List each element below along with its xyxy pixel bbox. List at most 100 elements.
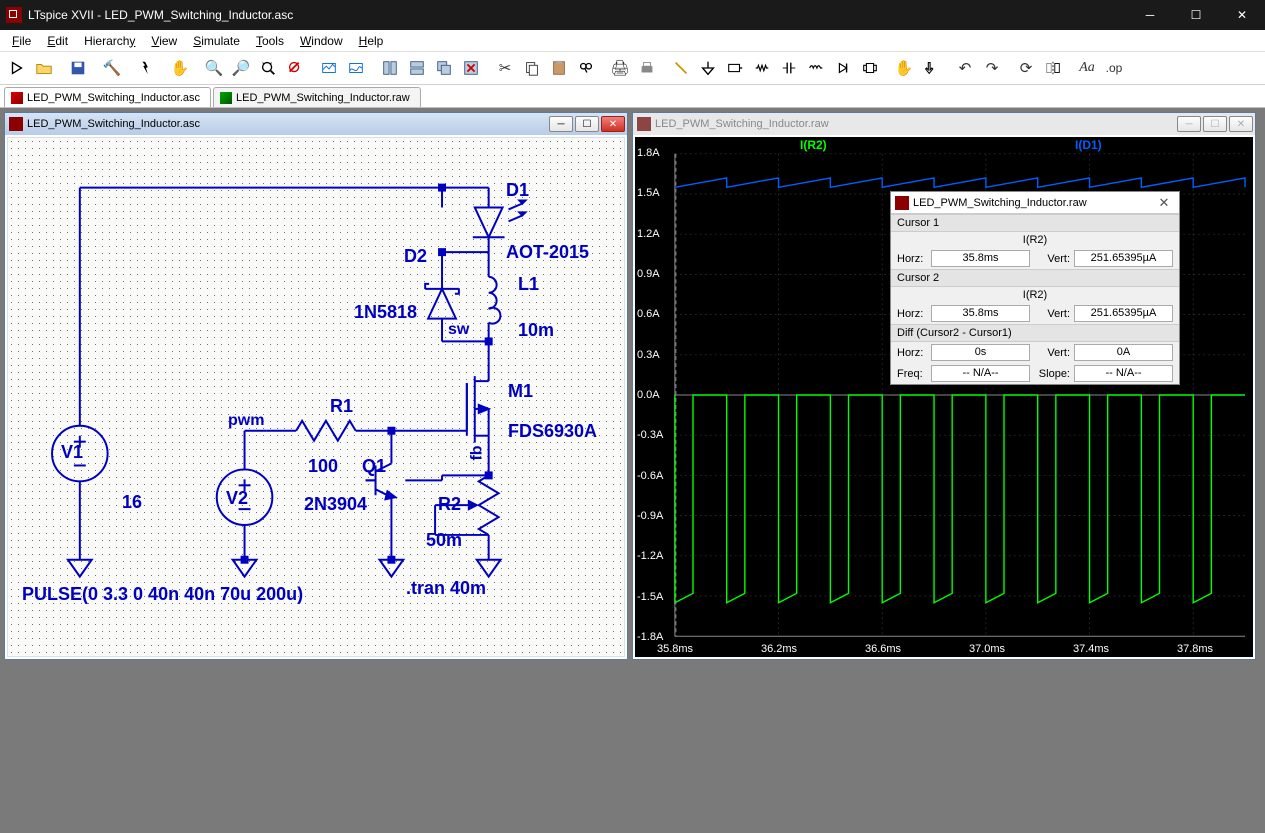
waveform-window-titlebar[interactable]: LED_PWM_Switching_Inductor.raw ─ ☐ ✕ [633,113,1255,135]
cursor2-horz-value[interactable]: 35.8ms [931,305,1030,322]
rotate-button[interactable]: ⟳ [1013,55,1039,81]
waveform-canvas[interactable]: 1.8A1.5A1.2A0.9A0.6A0.3A0.0A-0.3A-0.6A-0… [635,137,1253,657]
net-label-sw[interactable]: sw [448,321,469,339]
schematic-window-titlebar[interactable]: LED_PWM_Switching_Inductor.asc ─ ☐ ✕ [5,113,627,135]
cursor1-horz-label: Horz: [897,253,927,265]
component-value-D1[interactable]: AOT-2015 [506,242,589,263]
tab-schematic[interactable]: LED_PWM_Switching_Inductor.asc [4,87,211,107]
component-label-Q1[interactable]: Q1 [362,456,386,477]
paste-button[interactable] [546,55,572,81]
print-setup-button[interactable] [634,55,660,81]
close-all-button[interactable] [458,55,484,81]
net-label-fb[interactable]: fb [469,445,487,460]
component-value-Q1[interactable]: 2N3904 [304,494,367,515]
zoom-fit-button[interactable] [255,55,281,81]
zoom-undo-button[interactable] [282,55,308,81]
component-value-R2[interactable]: 50m [426,530,462,551]
component-label-V2[interactable]: V2 [226,488,248,509]
menu-edit[interactable]: Edit [39,32,76,50]
x-tick-label: 37.0ms [969,643,1005,655]
redo-button[interactable]: ↷ [979,55,1005,81]
open-button[interactable] [31,55,57,81]
window-minimize-button[interactable]: ─ [1127,0,1173,30]
diff-horz-label: Horz: [897,347,927,359]
print-button[interactable]: 🖨 [607,55,633,81]
window-titlebar: LTspice XVII - LED_PWM_Switching_Inducto… [0,0,1265,30]
menu-tools[interactable]: Tools [248,32,292,50]
menu-simulate[interactable]: Simulate [185,32,248,50]
cursor1-vert-value[interactable]: 251.65395µA [1074,250,1173,267]
cursor-panel[interactable]: LED_PWM_Switching_Inductor.raw ✕ Cursor … [890,191,1180,385]
waveform-close-button[interactable]: ✕ [1229,116,1253,132]
schematic-minimize-button[interactable]: ─ [549,116,573,132]
waveform-maximize-button[interactable]: ☐ [1203,116,1227,132]
new-schematic-button[interactable] [4,55,30,81]
zoom-out-button[interactable]: 🔎 [228,55,254,81]
component-label-R2[interactable]: R2 [438,494,461,515]
diff-slope-value: -- N/A-- [1074,365,1173,382]
find-button[interactable] [573,55,599,81]
menu-hierarchy[interactable]: Hierarchy [76,32,143,50]
net-label-pwm[interactable]: pwm [228,412,264,430]
inductor-button[interactable] [803,55,829,81]
cut-button[interactable]: ✂ [492,55,518,81]
component-label-D2[interactable]: D2 [404,246,427,267]
pan-button[interactable]: ✋ [167,55,193,81]
component-value-D2[interactable]: 1N5818 [354,302,417,323]
component-label-V1[interactable]: V1 [61,442,83,463]
component-value-V2[interactable]: PULSE(0 3.3 0 40n 40n 70u 200u) [22,584,303,605]
tile-vert-button[interactable] [377,55,403,81]
component-label-R1[interactable]: R1 [330,396,353,417]
menu-view[interactable]: View [143,32,185,50]
component-value-M1[interactable]: FDS6930A [508,421,597,442]
run-button[interactable] [133,55,159,81]
save-button[interactable] [65,55,91,81]
component-label-D1[interactable]: D1 [506,180,529,201]
undo-button[interactable]: ↶ [952,55,978,81]
spice-directive-button[interactable]: .op [1101,55,1127,81]
component-value-V1[interactable]: 16 [122,492,142,513]
trace-label-D1[interactable]: I(D1) [1075,138,1102,152]
component-label-M1[interactable]: M1 [508,381,533,402]
resistor-button[interactable] [749,55,775,81]
ground-button[interactable] [695,55,721,81]
x-tick-label: 35.8ms [657,643,693,655]
component-value-R1[interactable]: 100 [308,456,338,477]
autorange-x-button[interactable] [316,55,342,81]
waveform-minimize-button[interactable]: ─ [1177,116,1201,132]
menu-window[interactable]: Window [292,32,351,50]
cursor2-vert-value[interactable]: 251.65395µA [1074,305,1173,322]
autorange-y-button[interactable] [343,55,369,81]
window-maximize-button[interactable]: ☐ [1173,0,1219,30]
zoom-in-button[interactable]: 🔍 [201,55,227,81]
mirror-button[interactable] [1040,55,1066,81]
menu-file[interactable]: File [4,32,39,50]
drag-button[interactable] [918,55,944,81]
component-button[interactable] [857,55,883,81]
cursor-panel-close-button[interactable]: ✕ [1153,195,1175,211]
window-close-button[interactable]: ✕ [1219,0,1265,30]
text-button[interactable]: Aa [1074,55,1100,81]
schematic-canvas[interactable]: D1 AOT-2015 D2 1N5818 L1 10m sw M1 FDS69… [7,137,625,657]
move-button[interactable]: ✋ [891,55,917,81]
menu-help[interactable]: Help [351,32,392,50]
cursor1-horz-value[interactable]: 35.8ms [931,250,1030,267]
component-label-L1[interactable]: L1 [518,274,539,295]
spice-directive-tran[interactable]: .tran 40m [406,578,486,599]
copy-button[interactable] [519,55,545,81]
capacitor-button[interactable] [776,55,802,81]
hammer-icon[interactable]: 🔨 [99,55,125,81]
cursor-panel-titlebar[interactable]: LED_PWM_Switching_Inductor.raw ✕ [891,192,1179,214]
schematic-maximize-button[interactable]: ☐ [575,116,599,132]
cascade-button[interactable] [431,55,457,81]
diode-button[interactable] [830,55,856,81]
label-net-button[interactable] [722,55,748,81]
y-tick-label: 0.9A [637,268,660,280]
tile-horz-button[interactable] [404,55,430,81]
draw-wire-button[interactable] [668,55,694,81]
trace-label-R2[interactable]: I(R2) [800,138,827,152]
component-value-L1[interactable]: 10m [518,320,554,341]
tab-waveform[interactable]: LED_PWM_Switching_Inductor.raw [213,87,421,107]
y-tick-label: -1.8A [637,631,663,643]
schematic-close-button[interactable]: ✕ [601,116,625,132]
